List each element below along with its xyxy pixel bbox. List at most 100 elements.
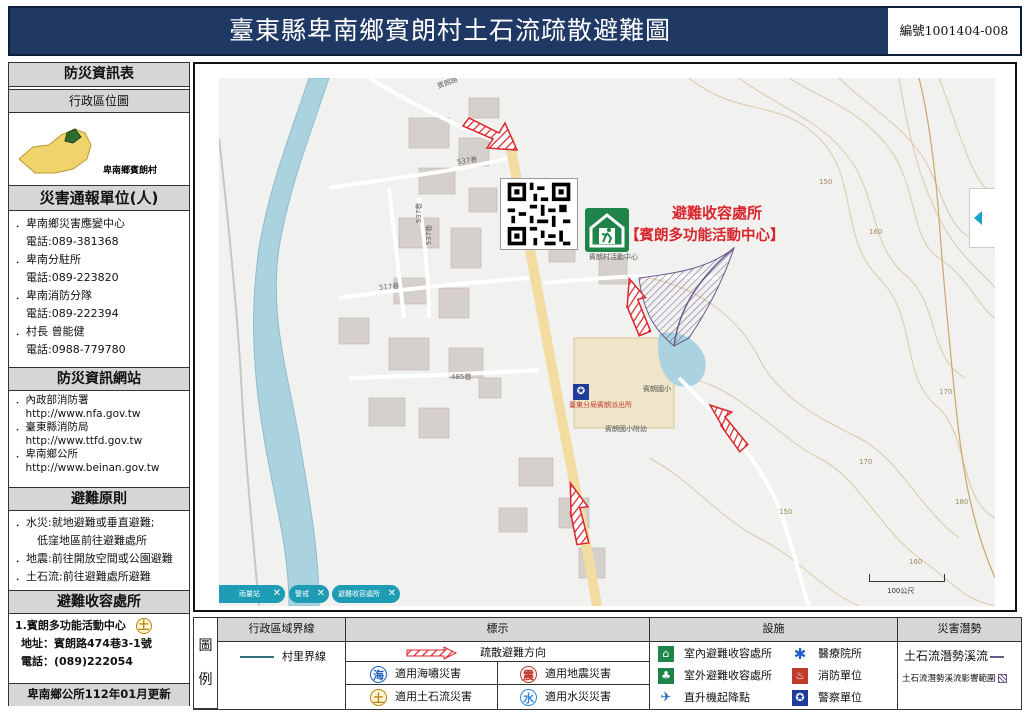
title-bar: 臺東縣卑南鄉賓朗村土石流疏散避難圖 編號1001404-008: [8, 6, 1022, 56]
fire-dept-legend: ♨ 消防單位: [792, 667, 862, 684]
legend-disaster-cell: 水適用水災災害: [498, 685, 650, 709]
close-icon[interactable]: ✕: [273, 585, 281, 603]
evacuation-arrow: [708, 403, 749, 453]
legend-evac-row: 疏散避難方向: [346, 642, 650, 662]
chip-label: 避難收容處所: [338, 590, 380, 598]
legend-label: 適用水災災害: [545, 690, 611, 703]
village-boundary-legend: 村里界線: [240, 648, 326, 664]
legend-label: 村里界線: [282, 650, 326, 663]
earthquake-icon: 震: [520, 665, 537, 683]
outdoor-shelter-legend: ♣ 室外避難收容處所: [658, 667, 772, 684]
flood-legend: 水適用水災災害: [520, 688, 611, 706]
legend-example-label: 圖 例: [194, 618, 218, 709]
legend-disaster-cell: 震適用地震災害: [498, 662, 650, 685]
report-item: ．卑南鄉災害應變中心: [15, 217, 125, 230]
chip-shelter[interactable]: 避難收容處所 ✕: [332, 585, 400, 603]
fire-dept-icon: ♨: [792, 668, 808, 684]
report-item: ．村長 曾能健: [15, 325, 85, 338]
close-icon[interactable]: ✕: [388, 585, 396, 603]
police-icon: ✪: [792, 690, 808, 706]
update-note: 卑南鄉公所112年01月更新: [9, 683, 189, 706]
earthquake-legend: 震適用地震災害: [520, 665, 611, 683]
legend: 圖 例 行政區域界線 村里界線 標示 疏散避難方向 海適用海嘯災害 震適用地震災…: [193, 617, 1022, 710]
chip-label: 警戒: [295, 590, 309, 598]
report-item: 電話:089-381368: [15, 235, 119, 248]
evacuation-direction-legend: 疏散避難方向: [406, 644, 546, 660]
report-item: ．卑南分駐所: [15, 253, 81, 266]
impact-area-icon: [997, 674, 1007, 683]
legend-col-sign: 標示: [346, 618, 650, 642]
debris-flow-legend: 土適用土石流災害: [370, 688, 472, 706]
road-label: 537巷: [415, 202, 424, 224]
report-list: ．卑南鄉災害應變中心 電話:089-381368 ．卑南分駐所 電話:089-2…: [9, 213, 189, 367]
chip-label: 雨量站: [239, 590, 260, 598]
web-link[interactable]: http://www.ttfd.gov.tw: [9, 435, 189, 449]
qr-code[interactable]: [500, 178, 578, 250]
report-item: ．卑南消防分隊: [15, 289, 92, 302]
contour-label: 180: [955, 498, 969, 506]
legend-admin-cell: 村里界線: [218, 642, 346, 709]
principle-list: ．水災:就地避難或垂直避難; 低窪地區前往避難處所 ．地震:前往開放空間或公園避…: [9, 514, 189, 590]
web-item: ．卑南鄉公所: [15, 448, 78, 460]
legend-label: 醫療院所: [818, 647, 862, 660]
police-marker[interactable]: ✪: [573, 384, 589, 400]
web-link[interactable]: http://www.beinan.gov.tw: [9, 462, 189, 476]
evacuation-arrows: [461, 117, 749, 546]
contour-label: 160: [869, 228, 883, 236]
place-label: 賓朗國小附幼: [605, 425, 647, 433]
contour-label: 170: [939, 388, 953, 396]
legend-label: 土石流潛勢溪流影響範圍: [902, 674, 996, 684]
close-icon[interactable]: ✕: [317, 585, 325, 603]
legend-example-char: 圖: [198, 638, 213, 654]
side-panel-toggle[interactable]: [969, 188, 995, 248]
map-canvas[interactable]: 避難收容處所 【賓朗多功能活動中心】 537巷 537巷 537巷 517巷 4…: [219, 78, 995, 606]
chip-warning[interactable]: 警戒 ✕: [289, 585, 329, 603]
shelter-info: 1.賓朗多功能活動中心 土 地址：賓朗路474巷3-1號 電話：(089)222…: [9, 617, 189, 681]
web-link[interactable]: http://www.nfa.gov.tw: [9, 408, 189, 422]
legend-label: 消防單位: [818, 669, 862, 682]
web-item: ．內政部消防署: [15, 394, 89, 406]
evacuation-map-page: 臺東縣卑南鄉賓朗村土石流疏散避難圖 編號1001404-008 防災資訊表 行政…: [0, 0, 1030, 713]
admin-village-label: 卑南鄉賓朗村: [103, 164, 157, 175]
road-label: 517巷: [378, 282, 400, 292]
legend-label: 適用地震災害: [545, 667, 611, 680]
shelter-name: 1.賓朗多功能活動中心 土: [9, 617, 189, 635]
report-item: 電話:089-222394: [15, 307, 119, 320]
qr-pattern-icon: [507, 182, 571, 246]
flood-icon: 水: [520, 688, 537, 706]
debris-flow-icon: 土: [370, 688, 387, 706]
admin-location-map: 卑南鄉賓朗村: [9, 115, 189, 183]
legend-label: 警察單位: [818, 691, 862, 704]
road-label: 485巷: [451, 373, 472, 381]
legend-label: 適用土石流災害: [395, 690, 472, 703]
principle-header: 避難原則: [9, 487, 189, 511]
info-header: 防災資訊表: [9, 63, 189, 87]
page-title: 臺東縣卑南鄉賓朗村土石流疏散避難圖: [228, 16, 671, 45]
outdoor-shelter-icon: ♣: [658, 668, 674, 684]
legend-col-admin: 行政區域界線: [218, 618, 346, 642]
township-location-icon: 卑南鄉賓朗村: [18, 128, 157, 175]
evacuation-arrow: [461, 117, 519, 151]
serial-number: 編號1001404-008: [888, 8, 1020, 54]
legend-example-char: 例: [198, 672, 213, 688]
report-header: 災害通報單位(人): [9, 185, 189, 211]
evacuation-arrow: [569, 480, 590, 546]
legend-col-potential: 災害潛勢: [898, 618, 1021, 642]
web-item: ．臺東縣消防局: [15, 421, 89, 433]
principle-item: 低窪地區前往避難處所: [15, 534, 147, 547]
scale-label: 100公尺: [887, 587, 915, 595]
principle-item: ．水災:就地避難或垂直避難;: [15, 516, 155, 529]
legend-label: 土石流潛勢溪流: [904, 649, 989, 663]
tsunami-icon: 海: [370, 665, 387, 683]
web-header: 防災資訊網站: [9, 367, 189, 391]
shelter-marker[interactable]: [585, 208, 629, 252]
legend-col-facility: 設施: [650, 618, 898, 642]
evacuation-arrow-icon: [406, 646, 458, 660]
indoor-shelter-legend: ⌂ 室內避難收容處所: [658, 645, 772, 662]
impact-area-legend: 土石流潛勢溪流影響範圍: [902, 672, 1007, 684]
chip-rain-station[interactable]: 雨量站 ✕: [219, 585, 285, 603]
report-item: 電話:0988-779780: [15, 343, 126, 356]
map-shelter-name: 【賓朗多功能活動中心】: [625, 228, 785, 244]
helipad-icon: ✈: [660, 690, 672, 705]
principle-item: ．土石流:前往避難處所避難: [15, 570, 151, 583]
